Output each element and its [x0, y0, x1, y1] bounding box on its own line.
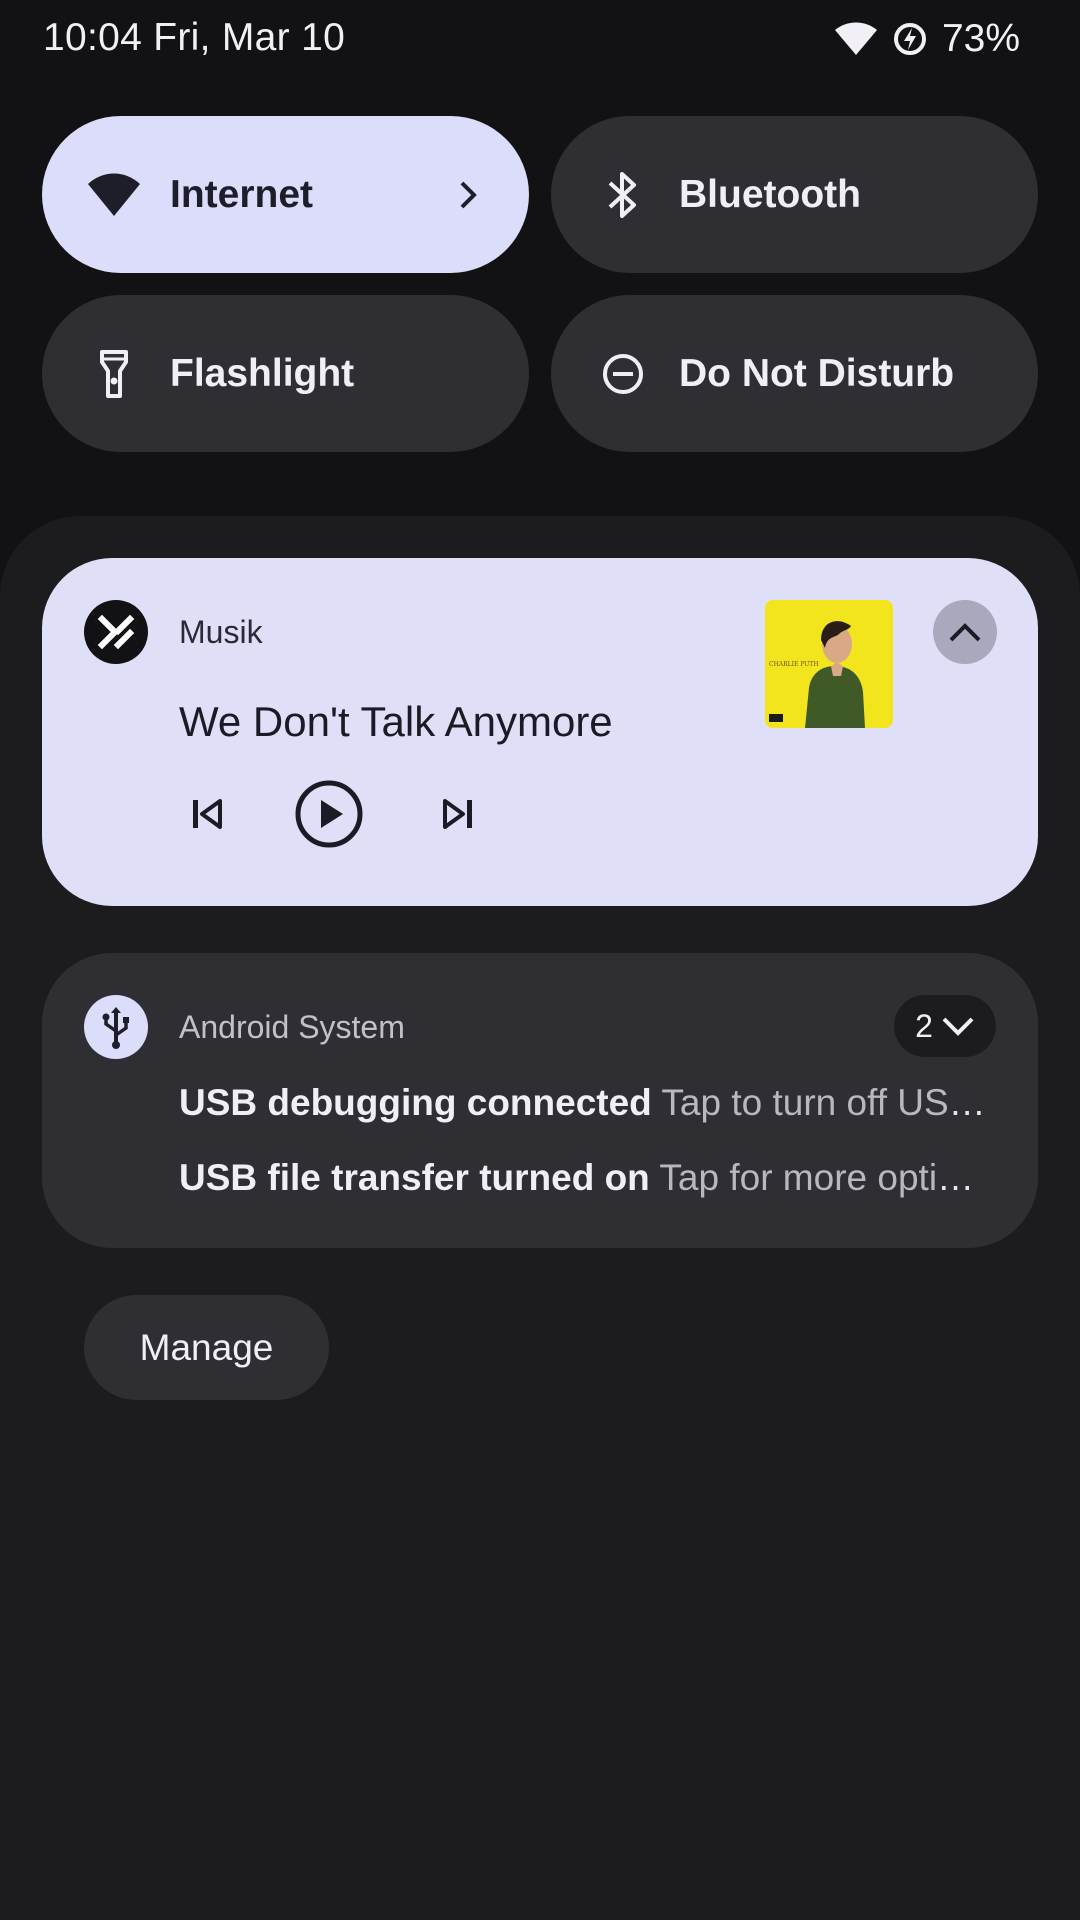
chevron-right-icon[interactable]	[451, 178, 485, 212]
tile-internet[interactable]: Internet	[42, 116, 529, 273]
album-art: CHARLIE PUTH	[765, 600, 893, 728]
battery-percent: 73%	[941, 17, 1020, 60]
notification-line-body: Tap to turn off USB debugging	[661, 1082, 989, 1123]
play-icon	[295, 780, 363, 848]
collapse-media-button[interactable]	[933, 600, 997, 664]
manage-button[interactable]: Manage	[84, 1295, 329, 1400]
media-controls	[179, 774, 499, 854]
android-system-notification[interactable]: Android System 2 USB debugging connected…	[42, 953, 1038, 1248]
do-not-disturb-icon	[593, 344, 653, 404]
album-art-text: CHARLIE PUTH	[769, 661, 819, 668]
notification-line-title: USB file transfer turned on	[179, 1157, 650, 1198]
next-button[interactable]	[418, 774, 498, 854]
status-clock: 10:04 Fri, Mar 10	[43, 16, 346, 59]
chevron-up-icon	[949, 623, 981, 642]
usb-icon	[84, 995, 148, 1059]
media-app-name: Musik	[179, 614, 263, 650]
tile-bluetooth[interactable]: Bluetooth	[551, 116, 1038, 273]
notification-line-usb-file-transfer[interactable]: USB file transfer turned on Tap for more…	[179, 1157, 989, 1199]
notification-app-name: Android System	[179, 1009, 405, 1045]
status-icons: 73%	[834, 14, 1020, 64]
bluetooth-icon	[593, 165, 653, 225]
media-card[interactable]: Musik We Don't Talk Anymore CHARLIE PUTH	[42, 558, 1038, 906]
tile-do-not-disturb-label: Do Not Disturb	[679, 351, 955, 395]
play-button[interactable]	[289, 774, 369, 854]
tile-bluetooth-label: Bluetooth	[679, 172, 861, 216]
previous-button[interactable]	[167, 774, 247, 854]
tile-internet-label: Internet	[170, 172, 314, 216]
wifi-icon	[834, 22, 878, 56]
music-app-icon	[84, 600, 148, 664]
wifi-icon	[84, 165, 144, 225]
status-bar: 10:04 Fri, Mar 10 73%	[0, 0, 1080, 80]
notification-line-title: USB debugging connected	[179, 1082, 652, 1123]
notification-line-body: Tap for more options.	[659, 1157, 989, 1198]
media-title: We Don't Talk Anymore	[179, 698, 613, 745]
expand-notification-button[interactable]: 2	[894, 995, 996, 1057]
previous-icon	[193, 799, 222, 829]
tile-flashlight[interactable]: Flashlight	[42, 295, 529, 452]
notification-count: 2	[915, 1007, 933, 1044]
chevron-down-icon	[942, 1017, 974, 1036]
tile-do-not-disturb[interactable]: Do Not Disturb	[551, 295, 1038, 452]
tile-flashlight-label: Flashlight	[170, 351, 355, 395]
flashlight-icon	[84, 344, 144, 404]
battery-saver-icon	[892, 21, 928, 57]
notification-line-usb-debugging[interactable]: USB debugging connected Tap to turn off …	[179, 1082, 989, 1124]
next-icon	[443, 799, 472, 829]
